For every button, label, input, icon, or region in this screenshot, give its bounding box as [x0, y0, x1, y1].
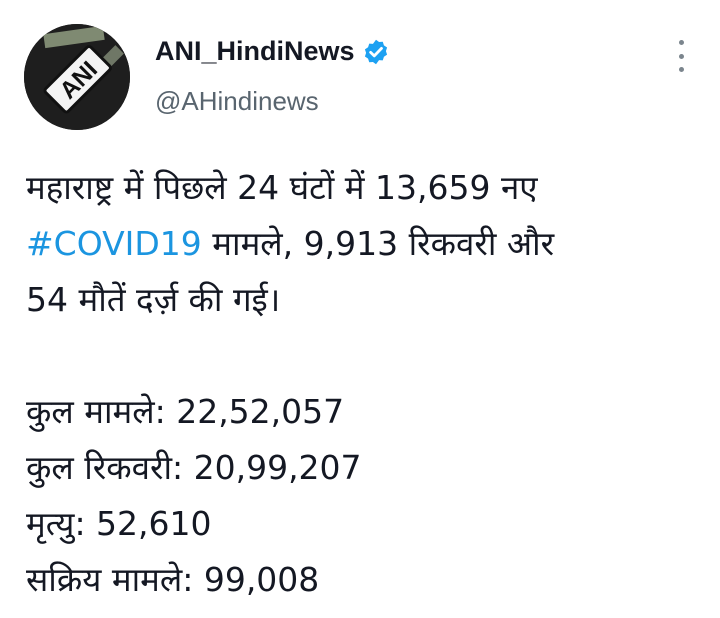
more-vertical-icon: [678, 40, 684, 45]
account-name-row: ANI_HindiNews: [155, 36, 390, 67]
display-name[interactable]: ANI_HindiNews: [155, 36, 355, 67]
more-options-button[interactable]: [664, 38, 698, 74]
stat-total-cases: कुल मामले: 22,52,057: [26, 392, 345, 431]
profile-avatar[interactable]: ANI: [24, 24, 130, 130]
stat-total-recoveries: कुल रिकवरी: 20,99,207: [26, 448, 362, 487]
ani-logo-icon: ANI: [24, 24, 130, 130]
tweet-text: महाराष्ट्र में पिछले 24 घंटों में 13,659…: [26, 160, 706, 608]
tweet-line-1: महाराष्ट्र में पिछले 24 घंटों में 13,659…: [26, 168, 538, 207]
verified-badge-icon: [364, 39, 387, 64]
more-dot: [678, 53, 684, 59]
stat-active-cases: सक्रिय मामले: 99,008: [26, 560, 320, 599]
account-handle[interactable]: @AHindinews: [155, 86, 319, 117]
more-dot: [678, 67, 684, 72]
tweet-line-2-text: मामले, 9,913 रिकवरी और: [201, 224, 555, 263]
hashtag-link[interactable]: #COVID19: [26, 224, 202, 263]
stat-deaths: मृत्यु: 52,610: [26, 504, 212, 543]
tweet-line-2: #COVID19 मामले, 9,913 रिकवरी और: [26, 216, 706, 272]
tweet-line-3: 54 मौतें दर्ज़ की गई।: [26, 280, 281, 319]
